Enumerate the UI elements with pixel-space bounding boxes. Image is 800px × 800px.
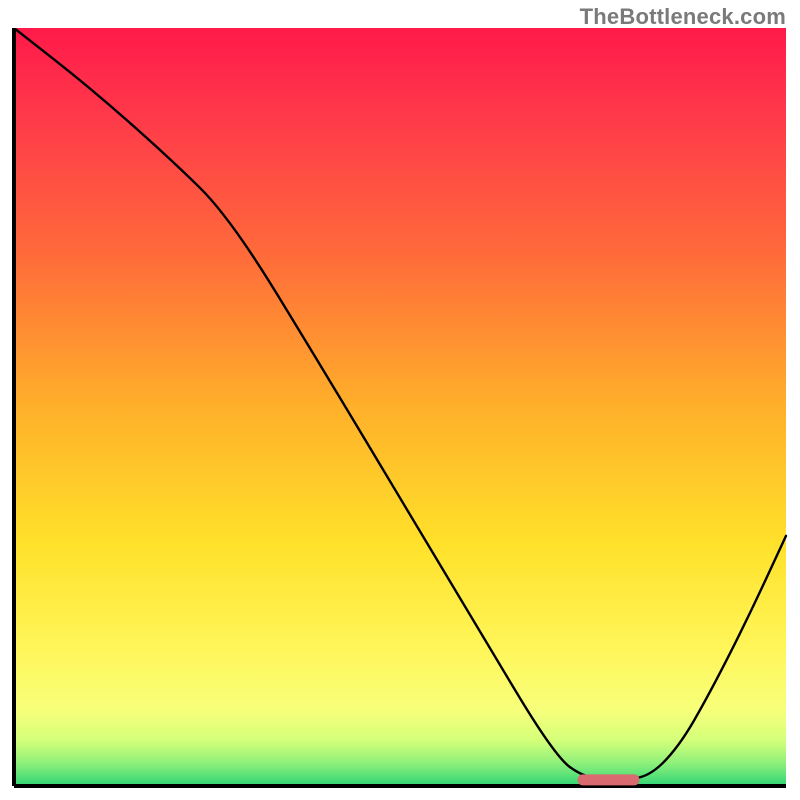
watermark-text: TheBottleneck.com [580,4,786,30]
bottleneck-chart [10,28,790,790]
gradient-background [14,28,786,786]
optimum-marker [578,774,640,785]
chart-svg [10,28,790,790]
